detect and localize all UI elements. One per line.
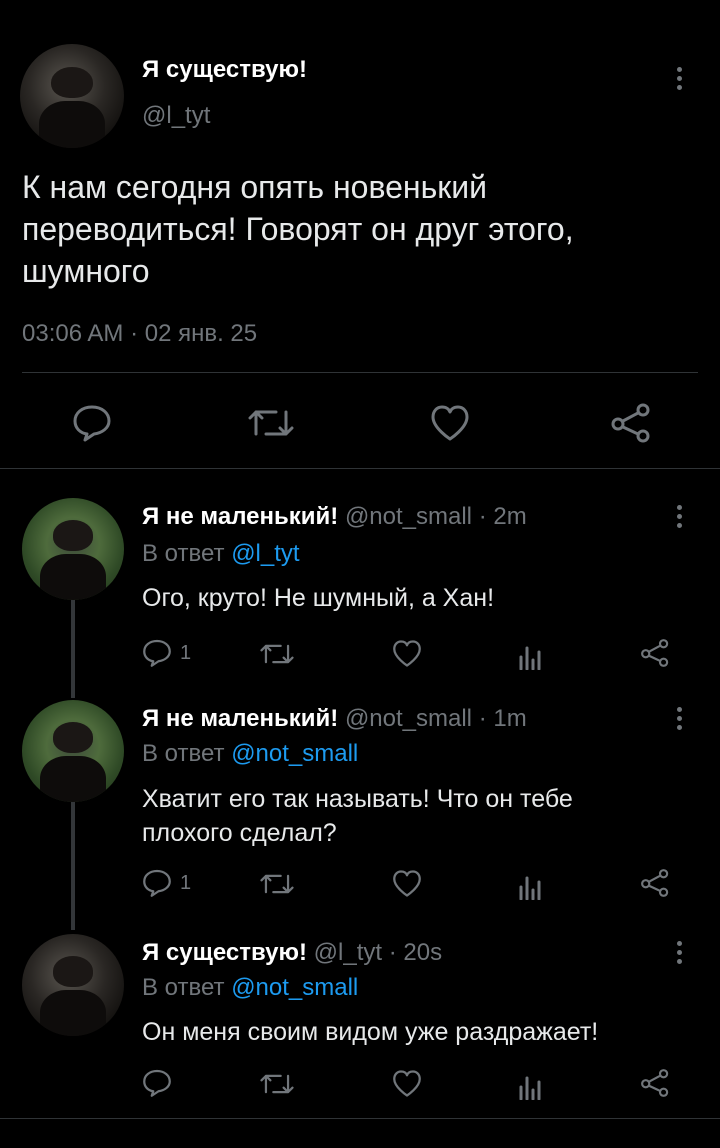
divider: [22, 372, 698, 373]
replying-to: В ответ @not_small: [142, 740, 358, 768]
reply-actions: [142, 1066, 682, 1102]
like-icon[interactable]: [392, 639, 422, 668]
author-handle[interactable]: @l_tyt: [314, 939, 382, 966]
divider: [0, 1118, 720, 1119]
thread-line: [71, 592, 75, 698]
avatar[interactable]: [22, 700, 124, 802]
reply-text: Он меня своим видом уже раздражает!: [142, 1018, 599, 1046]
more-icon[interactable]: [672, 64, 686, 92]
like-icon[interactable]: [392, 1069, 422, 1098]
reply-icon[interactable]: [72, 404, 112, 442]
replying-to-handle[interactable]: @not_small: [231, 740, 358, 767]
more-icon[interactable]: [672, 938, 686, 966]
like-icon[interactable]: [430, 404, 470, 442]
retweet-icon[interactable]: [260, 1070, 294, 1098]
author-name[interactable]: Я не маленький!: [142, 503, 338, 530]
author-name[interactable]: Я существую!: [142, 939, 307, 966]
reply-text: Хватит его так называть! Что он тебе пло…: [142, 785, 573, 847]
replying-to-label: В ответ: [142, 740, 225, 767]
avatar[interactable]: [22, 934, 124, 1036]
views-icon[interactable]: [518, 1072, 542, 1100]
reply-icon[interactable]: [142, 1068, 180, 1098]
author-name[interactable]: Я существую!: [142, 56, 307, 84]
tweet-timestamp: 03:06 AM · 02 янв. 25: [22, 320, 258, 347]
retweet-icon[interactable]: [260, 870, 294, 898]
reply-header: Я существую! @l_tyt · 20s: [142, 939, 442, 967]
avatar-figure: [52, 520, 94, 552]
replying-to-handle[interactable]: @l_tyt: [231, 540, 299, 567]
divider: [0, 468, 720, 469]
share-icon[interactable]: [640, 868, 670, 898]
avatar-figure: [51, 66, 93, 99]
views-icon[interactable]: [518, 642, 542, 670]
tweet-text: К нам сегодня опять новенький переводить…: [22, 169, 574, 289]
reply-actions: 1: [142, 866, 682, 902]
avatar-figure: [52, 956, 94, 988]
reply-icon[interactable]: 1: [142, 638, 191, 668]
avatar-body: [40, 554, 106, 600]
reply-time: · 1m: [478, 705, 527, 732]
replying-to-label: В ответ: [142, 974, 225, 1001]
replying-to: В ответ @not_small: [142, 974, 358, 1002]
reply-time: · 20s: [388, 939, 443, 966]
replying-to-handle[interactable]: @not_small: [231, 974, 358, 1001]
avatar-body: [38, 101, 106, 148]
retweet-icon[interactable]: [260, 640, 294, 668]
reply-actions: 1: [142, 636, 682, 672]
reply-text: Ого, круто! Не шумный, а Хан!: [142, 584, 495, 612]
more-icon[interactable]: [672, 704, 686, 732]
reply-header: Я не маленький! @not_small · 1m: [142, 705, 527, 733]
thread-line: [71, 790, 75, 930]
share-icon[interactable]: [610, 402, 652, 444]
avatar-figure: [52, 722, 94, 754]
replying-to-label: В ответ: [142, 540, 225, 567]
share-icon[interactable]: [640, 1068, 670, 1098]
views-icon[interactable]: [518, 872, 542, 900]
replying-to: В ответ @l_tyt: [142, 540, 300, 568]
author-name[interactable]: Я не маленький!: [142, 705, 338, 732]
avatar[interactable]: [20, 44, 124, 148]
reply-count: 1: [180, 641, 192, 664]
more-icon[interactable]: [672, 502, 686, 530]
like-icon[interactable]: [392, 869, 422, 898]
avatar-body: [40, 990, 106, 1036]
reply-icon[interactable]: 1: [142, 868, 191, 898]
author-handle[interactable]: @not_small: [345, 705, 472, 732]
retweet-icon[interactable]: [248, 404, 294, 442]
share-icon[interactable]: [640, 638, 670, 668]
author-handle[interactable]: @l_tyt: [142, 102, 210, 130]
reply-header: Я не маленький! @not_small · 2m: [142, 503, 527, 531]
avatar[interactable]: [22, 498, 124, 600]
reply-count: 1: [180, 871, 192, 894]
reply-time: · 2m: [478, 503, 527, 530]
author-handle[interactable]: @not_small: [345, 503, 472, 530]
avatar-body: [40, 756, 106, 802]
